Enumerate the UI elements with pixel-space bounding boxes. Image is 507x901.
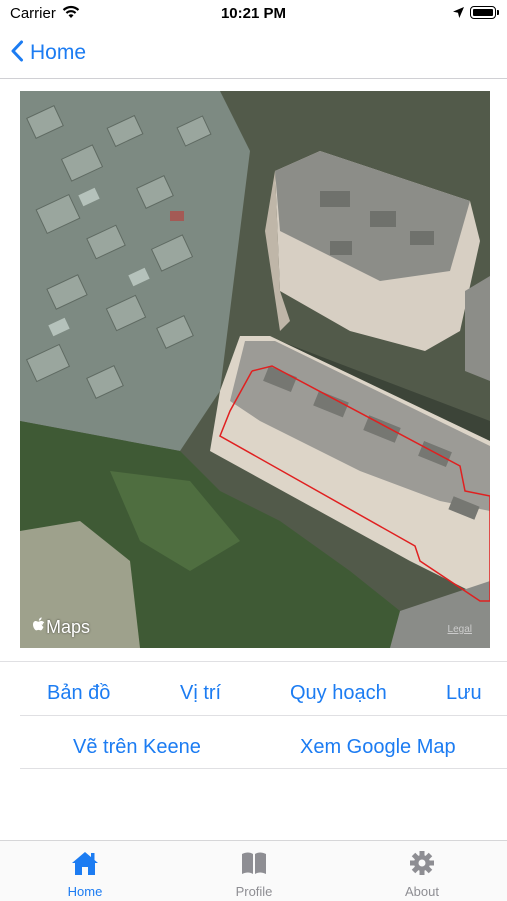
- maps-attribution: Maps: [32, 617, 90, 638]
- battery-icon: [470, 6, 496, 19]
- draw-on-keene-button[interactable]: Vẽ trên Keene: [73, 736, 201, 759]
- tab-about[interactable]: About: [362, 841, 482, 901]
- planning-button[interactable]: Quy hoạch: [290, 682, 387, 705]
- legal-link[interactable]: Legal: [448, 624, 472, 635]
- tab-home-label: Home: [67, 884, 103, 899]
- back-label: Home: [30, 41, 87, 64]
- status-time: 10:21 PM: [220, 5, 287, 22]
- tab-profile[interactable]: Profile: [194, 841, 314, 901]
- divider: [20, 715, 507, 716]
- save-button[interactable]: Lưu: [446, 682, 482, 705]
- maps-logo-text: Maps: [46, 617, 91, 637]
- tab-about-label: About: [405, 884, 439, 899]
- gear-icon: [407, 849, 437, 877]
- map-button[interactable]: Bản đồ: [47, 682, 110, 705]
- divider: [20, 768, 507, 769]
- location-button[interactable]: Vị trí: [180, 682, 221, 705]
- chevron-left-icon: [10, 40, 24, 67]
- divider: [0, 661, 507, 662]
- book-icon: [239, 849, 269, 877]
- battery-cap: [497, 10, 499, 15]
- location-arrow-icon: [452, 6, 465, 23]
- back-button[interactable]: Home: [10, 38, 86, 68]
- tab-profile-label: Profile: [235, 884, 273, 899]
- navigation-bar: Home: [0, 28, 507, 79]
- home-icon: [70, 849, 100, 877]
- satellite-map[interactable]: Maps Legal: [20, 91, 490, 648]
- status-bar: Carrier 10:21 PM: [0, 0, 507, 28]
- tab-home[interactable]: Home: [25, 841, 145, 901]
- view-google-map-button[interactable]: Xem Google Map: [300, 736, 456, 759]
- apple-logo-icon: [32, 617, 46, 638]
- tab-bar: Home Profile About: [0, 840, 507, 901]
- satellite-imagery: [20, 91, 490, 648]
